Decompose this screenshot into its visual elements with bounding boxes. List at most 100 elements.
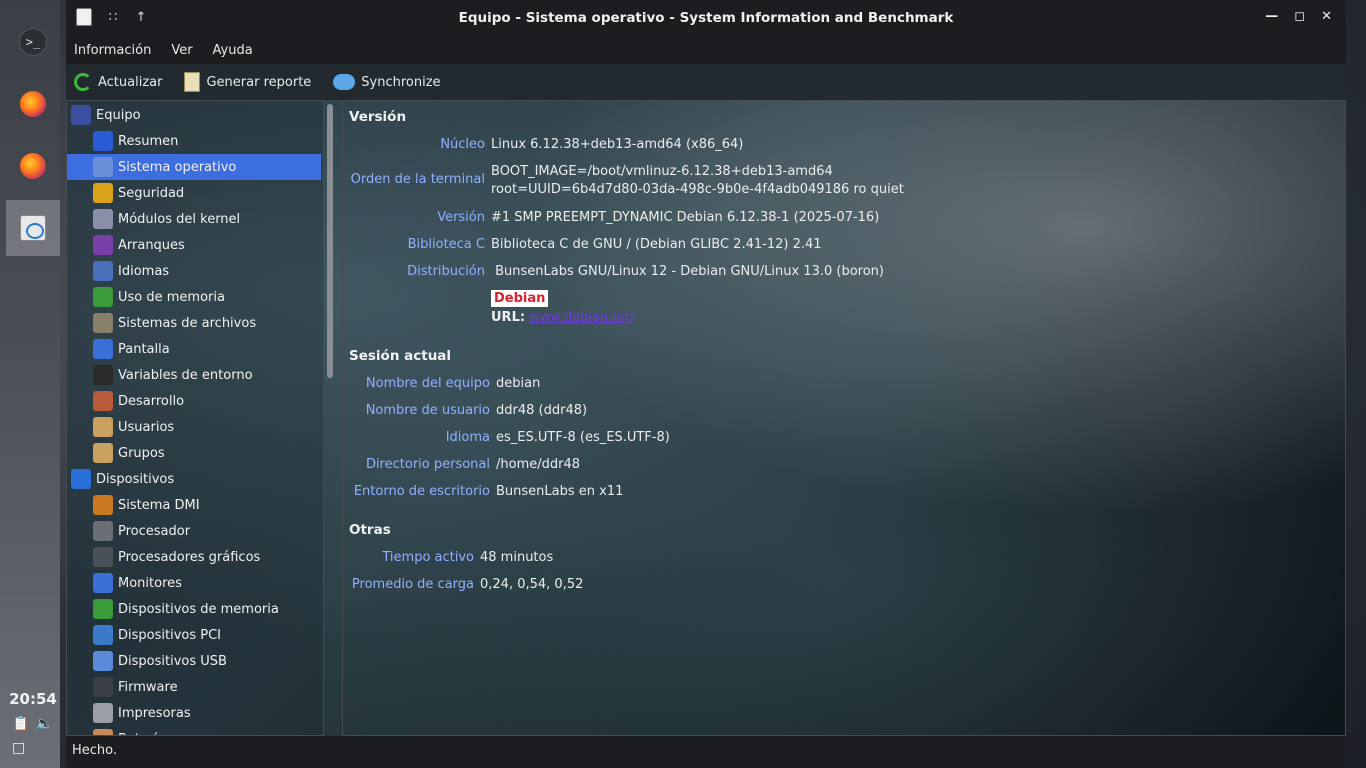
tree-item-22[interactable]: Firmware (67, 674, 323, 700)
label-locale: Idioma (445, 430, 490, 445)
tree-item-label: Baterías (118, 732, 172, 736)
battery-icon (93, 729, 113, 735)
value-home: /home/ddr48 (496, 457, 581, 472)
arrow-up-icon[interactable]: ↑ (134, 10, 148, 25)
tree-item-label: Monitores (118, 575, 182, 591)
tree-item-label: Impresoras (118, 705, 191, 721)
tree-item-label: Equipo (96, 107, 141, 123)
sidebar-tree[interactable]: Equipo Resumen Sistema operativo Seguridad M… (66, 100, 324, 736)
tree-item-3[interactable]: Seguridad (67, 180, 323, 206)
report-label: Generar reporte (206, 74, 312, 90)
menu-informacion[interactable]: Información (74, 43, 151, 58)
tree-item-18[interactable]: Monitores (67, 570, 323, 596)
clock: 20:54 (9, 690, 57, 708)
value-uptime: 48 minutos (480, 550, 554, 565)
tree-item-4[interactable]: Módulos del kernel (67, 206, 323, 232)
tree-scrollbar-thumb[interactable] (327, 104, 333, 378)
computer-icon (71, 105, 91, 125)
title-bar[interactable]: ∷ ↑ Equipo - Sistema operativo - System … (66, 0, 1346, 36)
tree-item-17[interactable]: Procesadores gráficos (67, 544, 323, 570)
cpu-icon (93, 521, 113, 541)
sync-button[interactable]: Synchronize (333, 74, 441, 90)
value-nucleo: Linux 6.12.38+deb13-amd64 (x86_64) (491, 137, 744, 152)
tree-item-label: Seguridad (118, 185, 185, 201)
report-button[interactable]: Generar reporte (184, 72, 311, 92)
usb-icon (93, 651, 113, 671)
dock-hardinfo[interactable] (6, 200, 60, 256)
tree-item-15[interactable]: Sistema DMI (67, 492, 323, 518)
row-desktop: Entorno de escritorio BunsenLabs en x11 (343, 484, 624, 499)
tree-item-11[interactable]: Desarrollo (67, 388, 323, 414)
tree-item-9[interactable]: Pantalla (67, 336, 323, 362)
groups-icon (93, 443, 113, 463)
app-icon[interactable] (76, 8, 92, 26)
tree-item-label: Dispositivos (96, 471, 175, 487)
label-uptime: Tiempo activo (382, 550, 474, 565)
tree-item-label: Sistema DMI (118, 497, 200, 513)
firefox-icon (19, 90, 47, 118)
tree-item-label: Sistemas de archivos (118, 315, 257, 331)
tree-item-24[interactable]: Baterías (67, 726, 323, 736)
value-libc: Biblioteca C de GNU / (Debian GLIBC 2.41… (491, 237, 822, 252)
tree-item-7[interactable]: Uso de memoria (67, 284, 323, 310)
tree-scrollbar[interactable] (326, 102, 334, 734)
tree-item-label: Idiomas (118, 263, 170, 279)
label-home: Directorio personal (365, 457, 490, 472)
value-locale: es_ES.UTF-8 (es_ES.UTF-8) (496, 430, 670, 445)
tree-item-label: Procesador (118, 523, 191, 539)
filesystem-icon (93, 313, 113, 333)
dock-firefox-2[interactable] (6, 138, 60, 194)
minimize-button[interactable]: — (1265, 9, 1278, 24)
menu-ver[interactable]: Ver (171, 43, 192, 58)
app-window: ∷ ↑ Equipo - Sistema operativo - System … (66, 0, 1346, 768)
dock-firefox-1[interactable] (6, 76, 60, 132)
clipboard-icon[interactable]: 📋 (12, 716, 29, 732)
tree-item-label: Procesadores gráficos (118, 549, 261, 565)
maximize-button[interactable]: ◻ (1294, 9, 1305, 24)
tree-item-5[interactable]: Arranques (67, 232, 323, 258)
value-cmdline: BOOT_IMAGE=/boot/vmlinuz-6.12.38+deb13-a… (491, 163, 904, 199)
refresh-icon (74, 73, 92, 91)
tree-item-1[interactable]: Resumen (67, 128, 323, 154)
refresh-label: Actualizar (98, 74, 163, 90)
tree-item-23[interactable]: Impresoras (67, 700, 323, 726)
url-link[interactable]: www.debian.org (529, 310, 634, 325)
refresh-button[interactable]: Actualizar (74, 73, 162, 91)
tree-item-6[interactable]: Idiomas (67, 258, 323, 284)
rocket-icon (93, 235, 113, 255)
value-load: 0,24, 0,54, 0,52 (480, 577, 584, 592)
label-libc: Biblioteca C (407, 237, 485, 252)
label-version: Versión (437, 210, 485, 225)
users-icon (93, 417, 113, 437)
network-icon[interactable]: □ (12, 740, 25, 756)
tree-item-10[interactable]: Variables de entorno (67, 362, 323, 388)
tree-item-13[interactable]: Grupos (67, 440, 323, 466)
section-version: Versión (349, 109, 407, 125)
tree-item-label: Sistema operativo (118, 159, 237, 175)
tree-item-20[interactable]: Dispositivos PCI (67, 622, 323, 648)
grid-icon[interactable]: ∷ (106, 10, 120, 25)
tree-item-21[interactable]: Dispositivos USB (67, 648, 323, 674)
tree-item-0[interactable]: Equipo (67, 102, 323, 128)
tree-item-14[interactable]: Dispositivos (67, 466, 323, 492)
tree-item-12[interactable]: Usuarios (67, 414, 323, 440)
tree-item-label: Variables de entorno (118, 367, 253, 383)
toolbar: Actualizar Generar reporte Synchronize (66, 64, 1346, 100)
row-load: Promedio de carga 0,24, 0,54, 0,52 (343, 577, 583, 592)
debian-badge: Debian (491, 290, 549, 307)
tree-item-19[interactable]: Dispositivos de memoria (67, 596, 323, 622)
row-nucleo: Núcleo Linux 6.12.38+deb13-amd64 (x86_64… (343, 137, 743, 152)
pci-icon (93, 625, 113, 645)
row-url: URL: www.debian.org (491, 310, 634, 325)
section-session: Sesión actual (349, 348, 452, 364)
dock-terminal[interactable]: >_ (6, 14, 60, 70)
tree-item-16[interactable]: Procesador (67, 518, 323, 544)
gears-icon (93, 495, 113, 515)
tree-item-8[interactable]: Sistemas de archivos (67, 310, 323, 336)
menu-ayuda[interactable]: Ayuda (213, 43, 253, 58)
close-button[interactable]: ✕ (1321, 9, 1332, 24)
tree-item-2[interactable]: Sistema operativo (67, 154, 321, 180)
tree-item-label: Dispositivos PCI (118, 627, 221, 643)
volume-icon[interactable]: 🔈 (35, 716, 52, 732)
tree-item-label: Uso de memoria (118, 289, 225, 305)
